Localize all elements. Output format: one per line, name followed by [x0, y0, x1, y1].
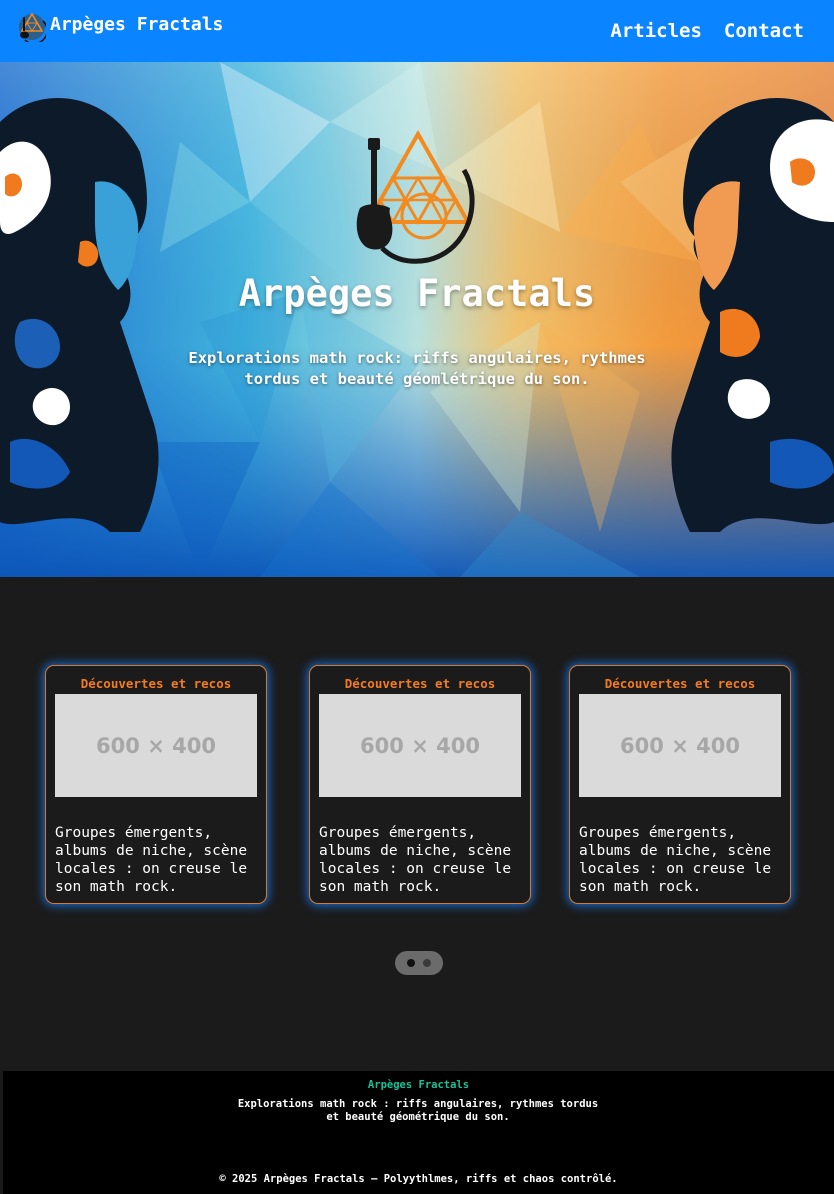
carousel-dot-1[interactable]	[407, 959, 415, 967]
card-category: Découvertes et recos	[604, 676, 756, 691]
footer-title: Arpèges Fractals	[367, 1079, 470, 1091]
article-card[interactable]: Découvertes et recos 600 × 400 Groupes é…	[569, 665, 791, 904]
article-card[interactable]: Découvertes et recos 600 × 400 Groupes é…	[45, 665, 267, 904]
footer-copyright: © 2025 Arpèges Fractals – Polyythlmes, r…	[219, 1173, 618, 1185]
nav-links: Articles Contact	[610, 20, 804, 42]
nav-link-contact[interactable]: Contact	[724, 20, 804, 42]
card-image-placeholder: 600 × 400	[55, 694, 257, 797]
guitar-fractal-logo-icon	[356, 130, 475, 264]
card-image-placeholder: 600 × 400	[579, 694, 781, 797]
site-footer: Arpèges Fractals Explorations math rock …	[3, 1071, 834, 1194]
guitar-fractal-logo-icon	[19, 12, 46, 42]
nav-link-articles[interactable]: Articles	[610, 20, 702, 42]
carousel-dot-2[interactable]	[423, 959, 431, 967]
footer-description: Explorations math rock : riffs angulaire…	[237, 1098, 599, 1123]
hero-subtitle: Explorations math rock: riffs angulaires…	[188, 349, 646, 388]
article-card[interactable]: Découvertes et recos 600 × 400 Groupes é…	[309, 665, 531, 904]
card-image-placeholder: 600 × 400	[319, 694, 521, 797]
card-category: Découvertes et recos	[344, 676, 496, 691]
brand-name: Arpèges Fractals	[50, 14, 224, 35]
card-description: Groupes émergents, albums de niche, scèn…	[319, 825, 512, 895]
card-category: Découvertes et recos	[80, 676, 232, 691]
hero-banner: Arpèges Fractals Explorations math rock:…	[0, 62, 834, 577]
article-cards-carousel: Découvertes et recos 600 × 400 Groupes é…	[0, 665, 834, 905]
brand-link[interactable]: Arpèges Fractals	[17, 11, 223, 42]
card-description: Groupes émergents, albums de niche, scèn…	[579, 825, 772, 895]
card-description: Groupes émergents, albums de niche, scèn…	[55, 825, 248, 895]
carousel-pagination	[395, 951, 443, 975]
hero-title: Arpèges Fractals	[238, 272, 596, 315]
top-navbar: Arpèges Fractals Articles Contact	[0, 0, 834, 62]
